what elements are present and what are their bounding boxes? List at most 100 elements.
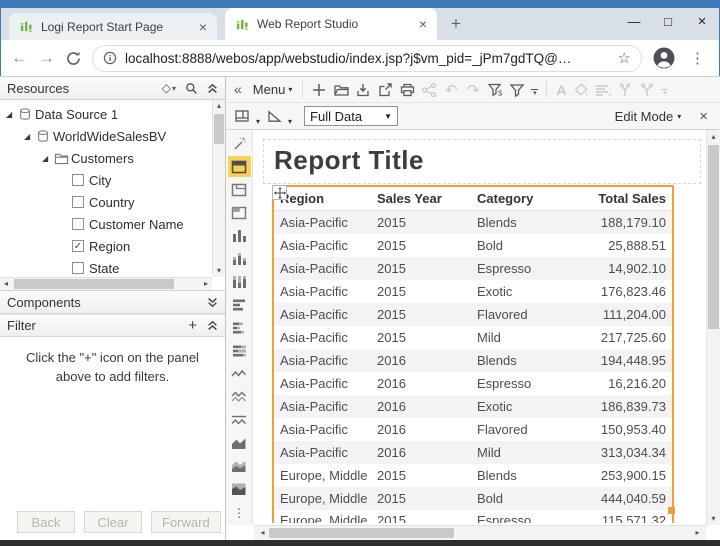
table-cell[interactable]: 176,823.46 [588, 280, 673, 303]
table-cell[interactable]: 2016 [371, 441, 471, 464]
resource-view-icon[interactable]: ◇▾ [162, 81, 176, 95]
table-resize-handle[interactable] [668, 507, 675, 514]
branch-icon[interactable] [637, 79, 657, 101]
tab-logi-start-page[interactable]: Logi Report Start Page × [9, 13, 217, 40]
report-title[interactable]: Report Title [274, 145, 700, 176]
tree-item[interactable]: Country [0, 191, 211, 213]
back-button[interactable]: Back [17, 511, 75, 533]
table-cell[interactable]: 2015 [371, 280, 471, 303]
bar-chart-icon[interactable] [228, 294, 251, 315]
collapse-panel-up-icon[interactable] [207, 83, 218, 94]
table-cell[interactable]: Espresso [471, 372, 588, 395]
new-tab-button[interactable]: + [451, 14, 461, 40]
scroll-down-arrow[interactable]: ▾ [213, 265, 225, 277]
banded-object-icon[interactable] [228, 202, 251, 223]
share-icon[interactable] [419, 79, 439, 101]
table-column-header[interactable]: Sales Year [371, 186, 471, 211]
tree-horizontal-scrollbar[interactable]: ◂ ▸ [0, 277, 212, 290]
fill-color-icon[interactable] [571, 79, 591, 101]
table-cell[interactable]: Bold [471, 487, 588, 510]
table-cell[interactable]: 2015 [371, 326, 471, 349]
tree-expand-icon[interactable]: ◢ [6, 110, 16, 119]
percent-area-chart-icon[interactable] [228, 478, 251, 499]
area-chart-icon[interactable] [228, 432, 251, 453]
scroll-up-arrow[interactable]: ▴ [707, 130, 720, 143]
multi-line-chart-icon[interactable] [228, 386, 251, 407]
maximize-button[interactable]: □ [651, 14, 685, 29]
table-cell[interactable]: 115,571.32 [588, 510, 673, 524]
field-checkbox[interactable] [72, 262, 84, 274]
table-cell[interactable]: 150,953.40 [588, 418, 673, 441]
tab-close-icon[interactable]: × [197, 20, 209, 34]
scroll-up-arrow[interactable]: ▴ [213, 100, 225, 112]
menu-button[interactable]: Menu▾ [249, 82, 297, 97]
table-component-icon[interactable] [228, 156, 251, 177]
bookmark-star-icon[interactable]: ☆ [618, 49, 631, 67]
canvas-vertical-scrollbar[interactable]: ▴ ▾ [706, 130, 720, 525]
collapse-left-panel-icon[interactable]: « [231, 81, 247, 99]
table-cell[interactable]: Europe, Middle Ea [273, 464, 371, 487]
minimize-button[interactable]: — [617, 14, 651, 29]
scroll-thumb[interactable] [14, 279, 174, 289]
table-cell[interactable]: Asia-Pacific [273, 441, 371, 464]
table-column-header[interactable]: Category [471, 186, 588, 211]
page-layout-icon[interactable] [232, 105, 252, 127]
table-cell[interactable]: Blends [471, 349, 588, 372]
tree-expand-icon[interactable]: ◢ [24, 132, 34, 141]
scroll-thumb[interactable] [269, 528, 454, 538]
page-layout-caret-icon[interactable]: ▾ [256, 117, 260, 126]
align-text-icon[interactable] [593, 79, 613, 101]
table-cell[interactable]: Asia-Pacific [273, 349, 371, 372]
canvas-horizontal-scrollbar[interactable]: ◂ ▸ [254, 525, 706, 540]
table-cell[interactable]: 313,034.34 [588, 441, 673, 464]
tree-item[interactable]: ◢Customers [0, 147, 211, 169]
table-cell[interactable]: 2015 [371, 464, 471, 487]
data-mode-select[interactable]: Full Data ▼ [304, 106, 398, 126]
more-tools-dropdown-icon[interactable]: ▾ [659, 85, 670, 95]
scroll-down-arrow[interactable]: ▾ [707, 512, 720, 525]
filter-icon[interactable] [507, 79, 527, 101]
export-icon[interactable] [375, 79, 395, 101]
table-cell[interactable]: 186,839.73 [588, 395, 673, 418]
table-cell[interactable]: Asia-Pacific [273, 211, 371, 234]
forward-button[interactable]: Forward [151, 511, 221, 533]
open-report-icon[interactable] [331, 79, 351, 101]
wizard-icon[interactable] [228, 133, 251, 154]
close-window-button[interactable]: × [685, 13, 719, 30]
scroll-right-arrow[interactable]: ▸ [200, 278, 212, 290]
table-cell[interactable]: 16,216.20 [588, 372, 673, 395]
table-cell[interactable]: 2016 [371, 395, 471, 418]
tree-item[interactable]: State [0, 257, 211, 279]
scroll-thumb[interactable] [708, 145, 719, 329]
scroll-thumb[interactable] [214, 114, 224, 144]
table-cell[interactable]: Exotic [471, 280, 588, 303]
table-cell[interactable]: Asia-Pacific [273, 326, 371, 349]
add-filter-icon[interactable]: + [188, 317, 197, 334]
browser-back-icon[interactable]: ← [11, 48, 28, 68]
browser-menu-icon[interactable]: ⋮ [686, 49, 709, 67]
save-icon[interactable] [353, 79, 373, 101]
more-components-icon[interactable]: ⋮ [228, 502, 251, 523]
table-cell[interactable]: 2015 [371, 303, 471, 326]
browser-forward-icon[interactable]: → [38, 48, 55, 68]
font-style-icon[interactable]: A [553, 82, 569, 98]
scroll-right-arrow[interactable]: ▸ [691, 526, 704, 540]
tab-web-report-studio[interactable]: Web Report Studio × [225, 8, 437, 40]
filter-panel-header[interactable]: Filter + [0, 314, 225, 337]
table-cell[interactable]: Asia-Pacific [273, 280, 371, 303]
table-cell[interactable]: Europe, Middle Ea [273, 487, 371, 510]
table-cell[interactable]: Flavored [471, 418, 588, 441]
expand-panel-down-icon[interactable] [207, 297, 218, 308]
redo-icon[interactable]: ↷ [463, 79, 483, 101]
collapse-panel-up-icon[interactable] [207, 320, 218, 331]
table-cell[interactable]: Mild [471, 441, 588, 464]
tree-item[interactable]: Customer Name [0, 213, 211, 235]
table-cell[interactable]: Europe, Middle Ea [273, 510, 371, 524]
table-cell[interactable]: 2015 [371, 257, 471, 280]
field-checkbox[interactable] [72, 218, 84, 230]
tree-item[interactable]: ✓Region [0, 235, 211, 257]
table-cell[interactable]: 2015 [371, 487, 471, 510]
field-checkbox-checked[interactable]: ✓ [72, 240, 84, 252]
table-cell[interactable]: 25,888.51 [588, 234, 673, 257]
table-cell[interactable]: 2016 [371, 418, 471, 441]
